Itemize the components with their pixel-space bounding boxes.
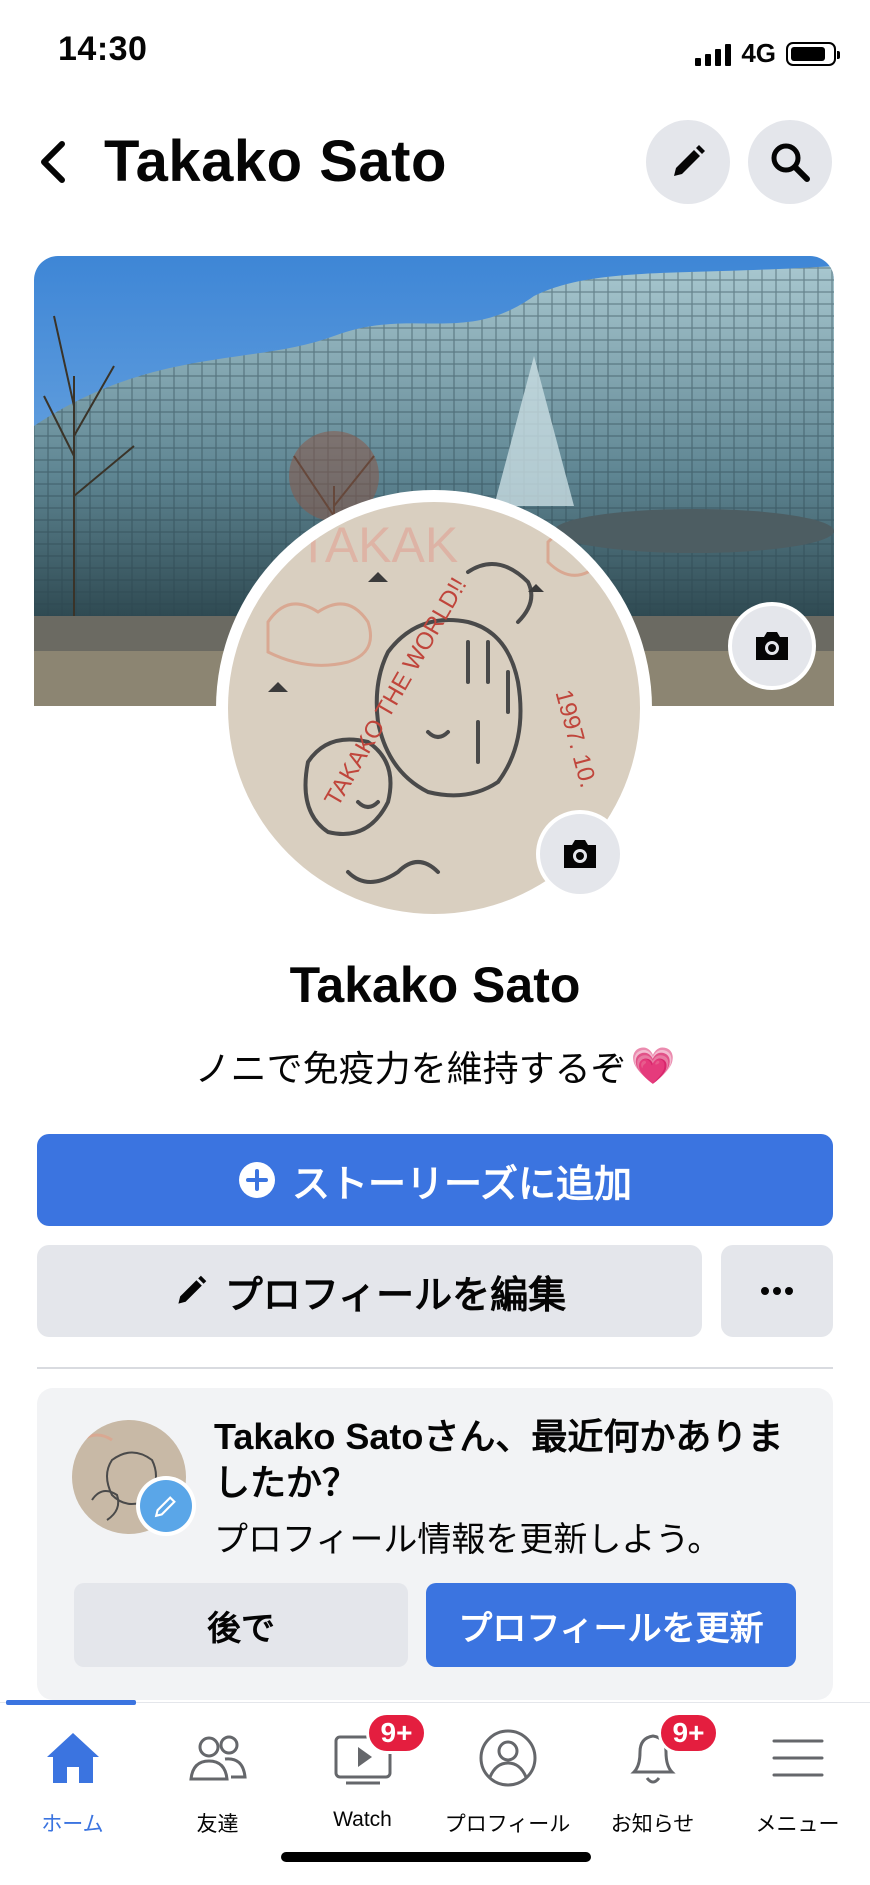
heart-emoji: 💗 <box>630 1045 676 1086</box>
back-chevron-icon[interactable] <box>34 140 70 184</box>
tab-home[interactable]: ホーム <box>0 1720 145 1838</box>
battery-icon <box>786 41 840 66</box>
tab-watch-label: Watch <box>333 1808 392 1831</box>
bio-text: ノニで免疫力を維持するぞ <box>194 1048 627 1089</box>
profile-icon <box>479 1729 536 1787</box>
page-title: Takako Sato <box>104 129 447 194</box>
tab-friends[interactable]: 友達 <box>145 1720 290 1838</box>
profile-name: Takako Sato <box>289 957 581 1013</box>
watch-badge: 9+ <box>365 1712 428 1754</box>
tab-notifications-label: お知らせ <box>610 1813 695 1836</box>
tab-menu[interactable]: メニュー <box>725 1720 870 1838</box>
more-button[interactable] <box>721 1245 833 1337</box>
profile-bio: ノニで免疫力を維持するぞ 💗 <box>0 1040 870 1092</box>
tab-home-label: ホーム <box>41 1813 104 1836</box>
pencil-icon <box>178 1275 207 1304</box>
search-icon <box>771 143 810 182</box>
status-indicators: 4G <box>695 38 840 69</box>
card-edit-badge <box>136 1476 196 1536</box>
camera-icon <box>564 840 596 868</box>
tab-watch[interactable]: 9+ Watch <box>290 1712 435 1832</box>
tab-profile-label: プロフィール <box>444 1813 571 1836</box>
add-story-label: ストーリーズに追加 <box>291 1163 633 1206</box>
tab-friends-label: 友達 <box>196 1813 239 1836</box>
tab-profile[interactable]: プロフィール <box>435 1720 580 1838</box>
pencil-icon <box>154 1496 176 1518</box>
later-button[interactable]: 後で <box>74 1583 408 1667</box>
menu-icon <box>772 1739 823 1777</box>
active-tab-indicator <box>6 1700 136 1705</box>
edit-button[interactable] <box>646 120 730 204</box>
status-time: 14:30 <box>58 30 148 68</box>
more-dots-icon <box>761 1287 793 1295</box>
avatar-camera-button[interactable] <box>536 810 624 898</box>
update-profile-button[interactable]: プロフィールを更新 <box>426 1583 796 1667</box>
camera-icon <box>756 632 788 660</box>
plus-circle-icon <box>238 1162 275 1198</box>
divider <box>37 1367 833 1369</box>
svg-text:TAKAK: TAKAK <box>298 517 458 573</box>
card-user-name: Takako Sato <box>214 1416 424 1457</box>
edit-profile-label: プロフィールを編集 <box>224 1274 567 1317</box>
notifications-badge: 9+ <box>657 1712 720 1754</box>
signal-icon <box>695 42 732 66</box>
search-button[interactable] <box>748 120 832 204</box>
edit-profile-button[interactable]: プロフィールを編集 <box>37 1245 702 1337</box>
card-title: Takako Satoさん、最近何かありましたか？ <box>214 1414 814 1506</box>
add-story-button[interactable]: ストーリーズに追加 <box>37 1134 833 1226</box>
tab-notifications[interactable]: 9+ お知らせ <box>580 1712 725 1838</box>
home-indicator[interactable] <box>281 1852 591 1862</box>
pencil-icon <box>674 145 705 176</box>
cover-camera-button[interactable] <box>728 602 816 690</box>
card-subtitle: プロフィール情報を更新しよう。 <box>214 1521 722 1559</box>
tab-menu-label: メニュー <box>755 1813 840 1836</box>
home-icon <box>46 1733 99 1783</box>
network-label: 4G <box>741 38 776 68</box>
friends-icon <box>188 1735 247 1781</box>
